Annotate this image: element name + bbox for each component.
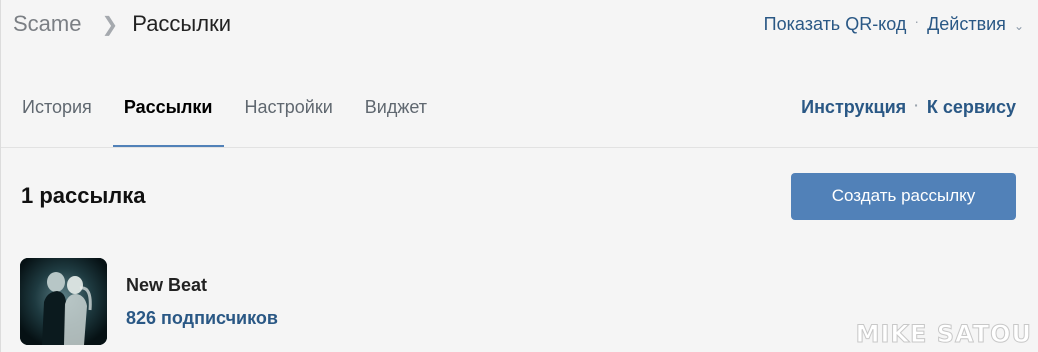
mailing-info: New Beat 826 подписчиков [126, 258, 278, 329]
dot-separator: · [914, 96, 919, 113]
to-service-link[interactable]: К сервису [927, 97, 1016, 118]
actions-label: Действия [927, 13, 1006, 34]
content-header: 1 рассылка Создать рассылку [1, 172, 1038, 220]
tab-bar: История Рассылки Настройки Виджет Инстру… [1, 80, 1038, 148]
watermark-text: MIKE SATOU [855, 320, 1032, 349]
tab-widget[interactable]: Виджет [354, 74, 438, 141]
breadcrumb: Scame ❯ Рассылки [13, 11, 231, 37]
tab-history[interactable]: История [11, 74, 103, 141]
mailing-subscribers-link[interactable]: 826 подписчиков [126, 308, 278, 329]
tab-links: Инструкция · К сервису [801, 74, 1038, 141]
mailing-name[interactable]: New Beat [126, 275, 278, 296]
top-actions: Показать QR-код · Действия ⌄ [764, 13, 1024, 35]
chevron-right-icon: ❯ [101, 13, 119, 36]
instruction-link[interactable]: Инструкция [801, 97, 906, 118]
show-qr-link[interactable]: Показать QR-код [764, 14, 907, 35]
page-title: Рассылки [132, 11, 231, 36]
tab-settings[interactable]: Настройки [234, 74, 344, 141]
tab-list: История Рассылки Настройки Виджет [1, 80, 448, 147]
mailing-cover-image[interactable] [20, 258, 107, 345]
mailing-count-title: 1 рассылка [21, 183, 146, 208]
top-bar: Scame ❯ Рассылки Показать QR-код · Дейст… [1, 0, 1038, 48]
actions-dropdown[interactable]: Действия ⌄ [927, 14, 1024, 35]
mailing-list-item[interactable]: New Beat 826 подписчиков [20, 258, 278, 345]
dot-separator: · [914, 13, 920, 29]
cover-artwork [20, 258, 107, 345]
breadcrumb-root-link[interactable]: Scame [13, 11, 81, 37]
create-mailing-button[interactable]: Создать рассылку [791, 172, 1016, 220]
page: Scame ❯ Рассылки Показать QR-код · Дейст… [0, 0, 1038, 352]
tab-mailings[interactable]: Рассылки [112, 74, 224, 147]
chevron-down-icon: ⌄ [1013, 18, 1024, 33]
